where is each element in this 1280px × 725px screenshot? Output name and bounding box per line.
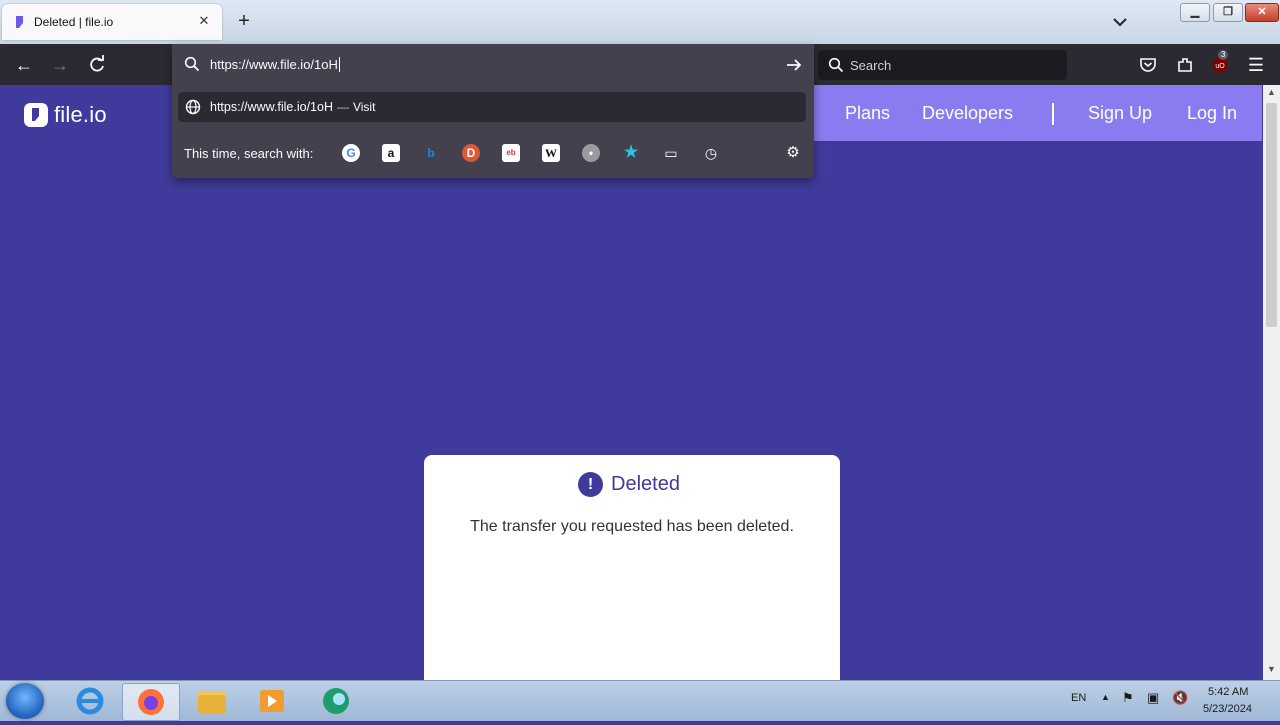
tabs-icon[interactable]: ▭ [662,144,680,162]
nav-developers-link[interactable]: Developers [922,103,1013,124]
clock-time[interactable]: 5:42 AM [1208,686,1248,698]
address-bar-value: https://www.file.io/1oH [210,57,338,72]
nav-login-link[interactable]: Log In [1187,103,1237,124]
suggestion-action: Visit [352,100,376,114]
ebay-search-engine-icon[interactable]: eb [502,144,520,162]
app-taskbar-icon[interactable] [308,683,364,719]
duckduckgo-search-engine-icon[interactable]: D [462,144,480,162]
action-center-flag-icon[interactable]: ⚑ [1122,690,1134,706]
green-app-icon [323,688,349,714]
window-restore-button[interactable]: ❐ [1213,3,1243,22]
bookmarks-star-icon[interactable]: ★ [622,144,640,162]
internet-explorer-taskbar-icon[interactable] [62,683,118,719]
globe-icon [185,99,201,115]
nav-divider [1052,103,1054,125]
show-hidden-icons-chevron-up-icon[interactable]: ▲ [1101,692,1110,702]
suggestion-url-text: https://www.file.io/1oH — Visit [210,100,375,114]
go-arrow-icon[interactable] [784,55,804,75]
google-search-engine-icon[interactable]: G [342,144,360,162]
forward-arrow-icon[interactable]: → [49,54,71,76]
windows-taskbar: EN ▲ ⚑ ▣ 🔇 5:42 AM 5/23/2024 [0,680,1280,721]
pocket-icon[interactable] [1137,54,1159,76]
new-tab-button[interactable]: + [234,11,254,31]
wikipedia-search-engine-icon[interactable]: W [542,144,560,162]
search-icon [828,57,844,73]
text-caret [338,57,340,72]
url-suggestion-row[interactable]: https://www.file.io/1oH — Visit [178,92,806,122]
nav-signup-link[interactable]: Sign Up [1088,103,1152,124]
page-scrollbar[interactable]: ▲ ▼ [1263,85,1280,680]
window-close-button[interactable]: ✕ [1245,3,1279,22]
list-all-tabs-chevron-down-icon[interactable] [1110,13,1130,31]
input-language-indicator[interactable]: EN [1071,692,1086,704]
address-bar-dropdown[interactable]: https://www.file.io/1oH https://www.file… [172,44,814,178]
tab-title: Deleted | file.io [34,15,114,29]
suggestion-separator: — [336,100,349,114]
svg-text:uO: uO [1215,63,1225,70]
scroll-down-arrow-icon[interactable]: ▼ [1263,664,1280,678]
nav-plans-link[interactable]: Plans [845,103,890,124]
bing-search-engine-icon[interactable]: b [422,144,440,162]
card-title: Deleted [611,473,680,495]
card-message: The transfer you requested has been dele… [470,518,794,535]
app-menu-hamburger-icon[interactable]: ☰ [1245,54,1267,76]
deleted-transfer-card: ! Deleted The transfer you requested has… [424,455,840,680]
scroll-up-arrow-icon[interactable]: ▲ [1263,87,1280,101]
search-placeholder: Search [850,58,892,73]
search-settings-gear-icon[interactable]: ⚙ [784,144,802,162]
extensions-puzzle-icon[interactable] [1174,54,1196,76]
search-engine-magnifier-icon[interactable]: • [582,144,600,162]
search-bar[interactable]: Search [818,50,1067,80]
reload-icon[interactable] [86,54,108,76]
suggestion-url: https://www.file.io/1oH [210,100,333,114]
address-bar-input[interactable]: https://www.file.io/1oH [210,57,340,72]
firefox-icon [138,689,164,715]
exclamation-icon: ! [578,472,603,497]
site-logo-text[interactable]: file.io [54,102,107,128]
clock-date[interactable]: 5/23/2024 [1203,703,1252,715]
window-minimize-button[interactable]: ▁ [1180,3,1210,22]
network-icon[interactable]: ▣ [1147,690,1159,706]
file-io-logo-icon[interactable] [24,103,48,127]
scrollbar-thumb[interactable] [1266,103,1277,327]
volume-muted-icon[interactable]: 🔇 [1172,690,1188,706]
tab-close-icon[interactable]: ✕ [194,11,214,31]
history-clock-icon[interactable]: ◷ [702,144,720,162]
tab-strip: Deleted | file.io ✕ + ▁ ❐ ✕ [0,0,1280,44]
browser-tab-active[interactable]: Deleted | file.io ✕ [2,4,222,40]
firefox-taskbar-icon[interactable] [122,683,180,721]
one-off-search-label: This time, search with: [184,146,314,161]
urlbar-search-icon [184,56,200,72]
file-explorer-taskbar-icon[interactable] [184,683,240,719]
amazon-search-engine-icon[interactable]: a [382,144,400,162]
internet-explorer-icon [76,687,104,715]
file-io-favicon-icon [16,16,23,28]
back-arrow-icon[interactable]: ← [13,54,35,76]
media-player-icon [260,690,284,712]
windows-start-button[interactable] [6,683,44,719]
media-player-taskbar-icon[interactable] [244,683,300,719]
folder-icon [198,691,226,713]
